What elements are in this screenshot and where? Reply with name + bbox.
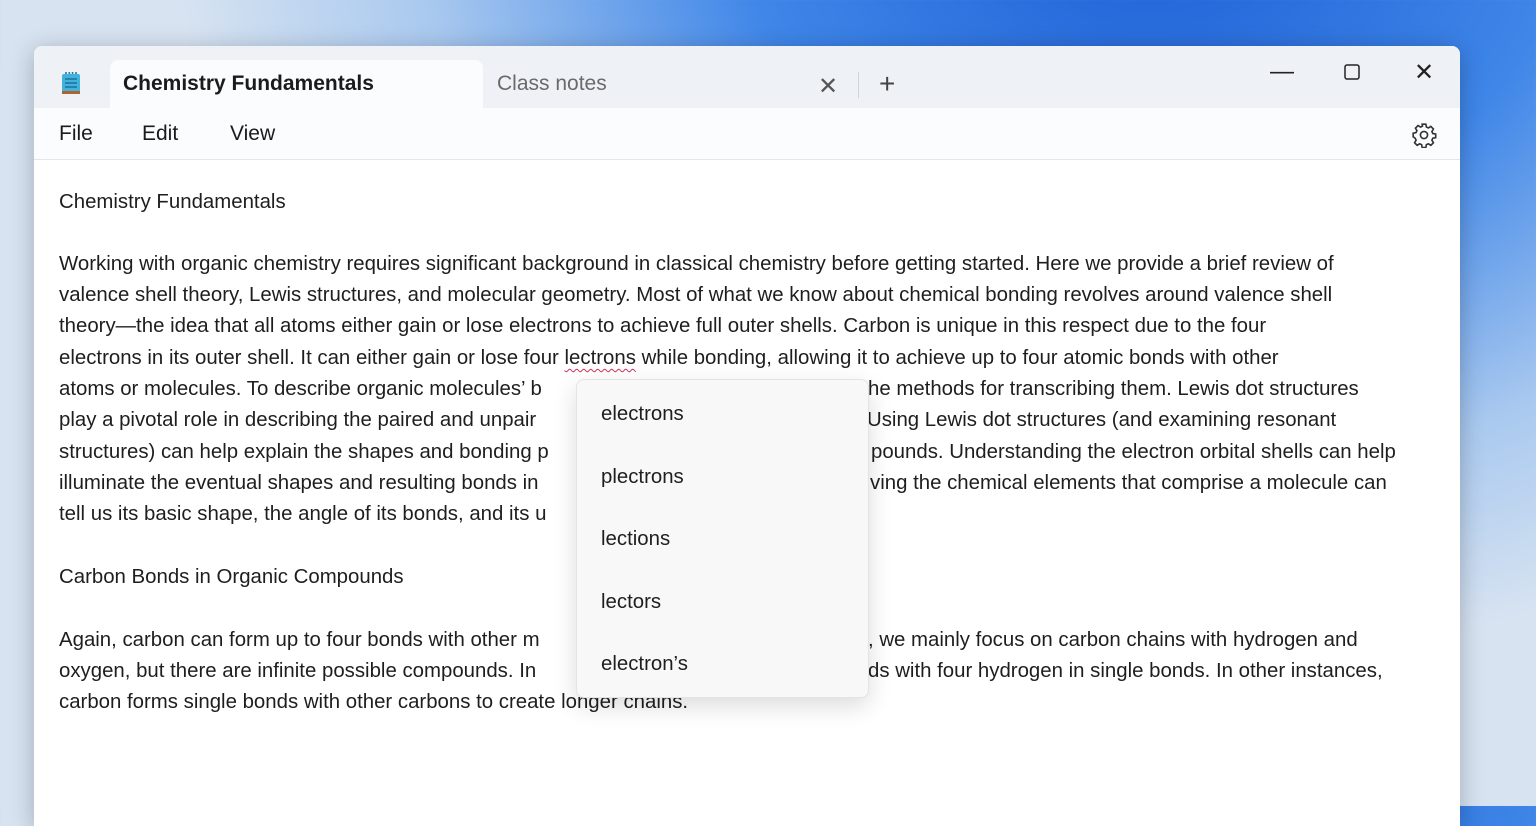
tab-class-notes[interactable]: Class notes	[484, 60, 864, 108]
text-line: ving the chemical elements that comprise…	[870, 472, 1387, 494]
text-line: theory—the idea that all atoms either ga…	[59, 315, 1267, 337]
menu-bar: File Edit View	[34, 108, 1460, 160]
suggestion-item[interactable]: plectrons	[601, 466, 684, 489]
close-window-button[interactable]: ✕	[1414, 58, 1434, 87]
text-line: atoms or molecules. To describe organic …	[59, 378, 542, 400]
text-line: play a pivotal role in describing the pa…	[59, 409, 537, 431]
text-line: pounds. Understanding the electron orbit…	[871, 441, 1396, 463]
text-line: oxygen, but there are infinite possible …	[59, 660, 537, 682]
spelling-suggestions-menu: electrons plectrons lections lectors ele…	[576, 379, 869, 698]
title-bar: Chemistry Fundamentals Class notes ✕ + —…	[34, 46, 1460, 108]
maximize-button[interactable]	[1344, 64, 1360, 80]
text-line: Using Lewis dot structures (and examinin…	[867, 409, 1337, 431]
suggestion-item[interactable]: lections	[601, 528, 670, 551]
text-line: he methods for transcribing them. Lewis …	[868, 378, 1359, 400]
menu-edit[interactable]: Edit	[142, 122, 178, 146]
text-line: structures) can help explain the shapes …	[59, 441, 549, 463]
misspelled-word[interactable]: lectrons	[565, 347, 636, 369]
doc-heading: Chemistry Fundamentals	[59, 191, 286, 213]
suggestion-item[interactable]: electron’s	[601, 653, 688, 676]
suggestion-item[interactable]: lectors	[601, 591, 661, 614]
text-line: valence shell theory, Lewis structures, …	[59, 284, 1333, 306]
notepad-app-icon	[62, 72, 80, 94]
text-line: illuminate the eventual shapes and resul…	[59, 472, 539, 494]
tab-chemistry-fundamentals[interactable]: Chemistry Fundamentals	[110, 60, 483, 108]
text-line: ds with four hydrogen in single bonds. I…	[868, 660, 1383, 682]
text-segment: electrons in its outer shell. It can eit…	[59, 347, 565, 369]
text-line: tell us its basic shape, the angle of it…	[59, 503, 547, 525]
settings-gear-icon[interactable]	[1411, 122, 1437, 148]
minimize-button[interactable]: —	[1270, 58, 1294, 86]
tab-close-icon[interactable]: ✕	[818, 72, 838, 101]
text-line: , we mainly focus on carbon chains with …	[868, 629, 1358, 651]
text-line: Working with organic chemistry requires …	[59, 253, 1334, 275]
new-tab-button[interactable]: +	[879, 68, 895, 100]
text-segment: while bonding, allowing it to achieve up…	[635, 347, 1279, 369]
text-line: electrons in its outer shell. It can eit…	[59, 344, 1279, 372]
suggestion-item[interactable]: electrons	[601, 403, 684, 426]
text-line: Again, carbon can form up to four bonds …	[59, 629, 540, 651]
tab-divider	[858, 72, 859, 98]
menu-file[interactable]: File	[59, 122, 93, 146]
doc-heading-2: Carbon Bonds in Organic Compounds	[59, 566, 404, 588]
menu-view[interactable]: View	[230, 122, 275, 146]
